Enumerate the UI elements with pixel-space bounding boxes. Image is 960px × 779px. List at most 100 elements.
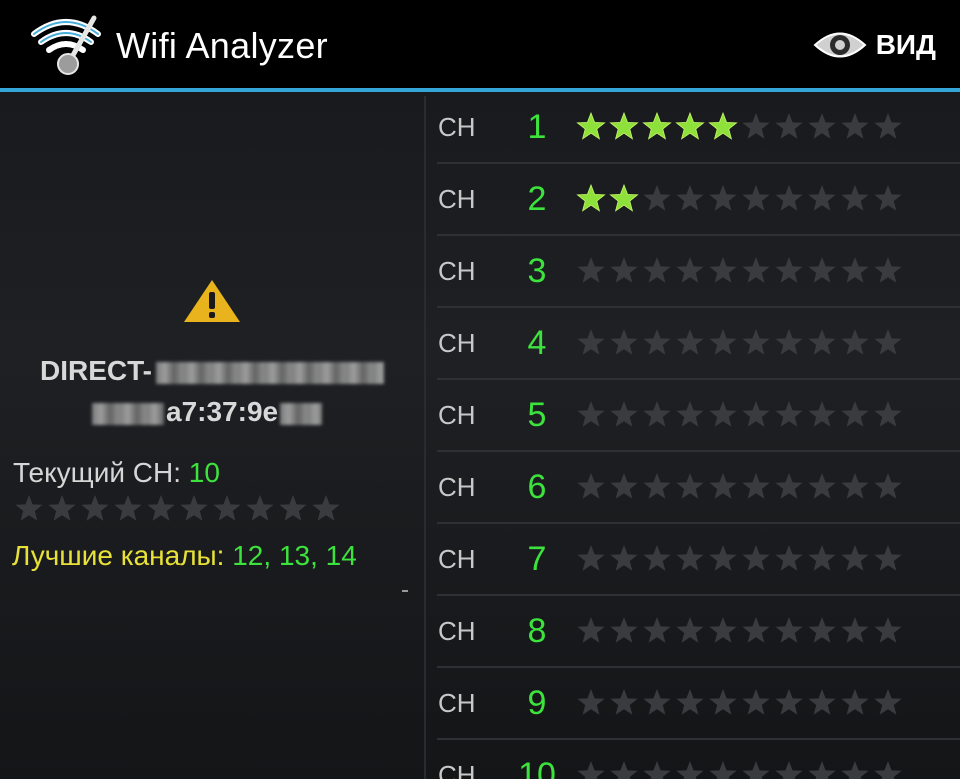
star-empty-icon: [709, 257, 737, 283]
star-empty-icon: [610, 473, 638, 499]
current-channel-rating: [14, 494, 344, 524]
star-empty-icon: [643, 761, 671, 779]
star-empty-icon: [775, 113, 803, 139]
star-empty-icon: [643, 545, 671, 571]
network-info-panel: DIRECT- a7:37:9e Текущий СН: 10 Лучшие к…: [0, 92, 424, 779]
star-empty-icon: [874, 617, 902, 643]
star-empty-icon: [48, 495, 76, 521]
redacted-ssid-blur: [156, 361, 384, 384]
star-empty-icon: [775, 473, 803, 499]
channel-rating: [576, 256, 906, 286]
channel-label: CH: [438, 472, 476, 502]
star-empty-icon: [709, 761, 737, 779]
app-screen: Wifi Analyzer ВИД DIRECT- a7:37:9e Текущ…: [0, 0, 960, 779]
current-channel-label: Текущий СН:: [13, 457, 181, 488]
star-empty-icon: [676, 329, 704, 355]
star-empty-icon: [577, 473, 605, 499]
channel-row[interactable]: CH 9: [437, 668, 960, 740]
star-empty-icon: [676, 473, 704, 499]
channel-number: 8: [527, 612, 547, 650]
star-empty-icon: [808, 329, 836, 355]
star-empty-icon: [610, 257, 638, 283]
star-empty-icon: [775, 761, 803, 779]
star-empty-icon: [577, 617, 605, 643]
star-empty-icon: [213, 495, 241, 521]
channel-label: CH: [438, 112, 476, 142]
channel-label: CH: [438, 688, 476, 718]
view-menu-button[interactable]: ВИД: [812, 20, 936, 70]
star-empty-icon: [841, 257, 869, 283]
star-empty-icon: [808, 689, 836, 715]
wifi-analyzer-logo-icon[interactable]: [28, 12, 104, 78]
star-empty-icon: [808, 113, 836, 139]
channel-label: CH: [438, 400, 476, 430]
star-empty-icon: [841, 617, 869, 643]
channel-rating: [576, 472, 906, 502]
star-empty-icon: [775, 257, 803, 283]
star-empty-icon: [577, 329, 605, 355]
channel-rating: [576, 184, 906, 214]
star-empty-icon: [610, 689, 638, 715]
star-empty-icon: [577, 401, 605, 427]
current-channel-value: 10: [188, 457, 220, 488]
star-empty-icon: [742, 401, 770, 427]
star-empty-icon: [742, 545, 770, 571]
panel-handle-dots: [402, 590, 408, 592]
star-empty-icon: [577, 689, 605, 715]
star-empty-icon: [841, 545, 869, 571]
channel-label: CH: [438, 616, 476, 646]
channel-row[interactable]: CH 7: [437, 524, 960, 596]
star-empty-icon: [874, 473, 902, 499]
channel-rating-list[interactable]: CH 1 CH 2 CH 3 CH 4 CH 5 CH 6 CH 7 CH 8 CH 9 CH 10: [437, 92, 960, 779]
star-empty-icon: [775, 185, 803, 211]
channel-rating: [576, 328, 906, 358]
star-empty-icon: [808, 185, 836, 211]
star-empty-icon: [610, 401, 638, 427]
network-bssid: a7:37:9e: [92, 395, 392, 429]
channel-number: 1: [527, 108, 547, 146]
channel-row[interactable]: CH 4: [437, 308, 960, 380]
channel-row[interactable]: CH 3: [437, 236, 960, 308]
channel-row[interactable]: CH 1: [437, 92, 960, 164]
channel-row[interactable]: CH 6: [437, 452, 960, 524]
channel-row[interactable]: CH 2: [437, 164, 960, 236]
star-filled-icon: [576, 112, 606, 140]
star-empty-icon: [841, 185, 869, 211]
star-empty-icon: [676, 545, 704, 571]
star-empty-icon: [610, 545, 638, 571]
star-empty-icon: [676, 761, 704, 779]
star-empty-icon: [709, 689, 737, 715]
star-empty-icon: [841, 401, 869, 427]
channel-row[interactable]: CH 10: [437, 740, 960, 779]
star-empty-icon: [114, 495, 142, 521]
star-empty-icon: [676, 401, 704, 427]
star-empty-icon: [180, 495, 208, 521]
redacted-bssid-blur-left: [92, 402, 164, 425]
star-empty-icon: [676, 185, 704, 211]
star-empty-icon: [676, 617, 704, 643]
star-empty-icon: [841, 473, 869, 499]
star-empty-icon: [742, 761, 770, 779]
star-empty-icon: [643, 401, 671, 427]
star-filled-icon: [675, 112, 705, 140]
star-empty-icon: [742, 329, 770, 355]
channel-label: CH: [438, 544, 476, 574]
star-empty-icon: [775, 689, 803, 715]
channel-rating: [576, 112, 906, 142]
best-channels-value: 12, 13, 14: [232, 540, 357, 571]
star-empty-icon: [841, 689, 869, 715]
channel-label: CH: [438, 256, 476, 286]
star-empty-icon: [742, 185, 770, 211]
star-empty-icon: [709, 617, 737, 643]
channel-label: CH: [438, 760, 476, 779]
star-empty-icon: [643, 617, 671, 643]
channel-number: 3: [527, 252, 547, 290]
channel-row[interactable]: CH 5: [437, 380, 960, 452]
channel-row[interactable]: CH 8: [437, 596, 960, 668]
star-empty-icon: [15, 495, 43, 521]
star-empty-icon: [312, 495, 340, 521]
star-filled-icon: [576, 184, 606, 212]
star-empty-icon: [775, 329, 803, 355]
star-empty-icon: [808, 545, 836, 571]
channel-number: 4: [527, 324, 547, 362]
